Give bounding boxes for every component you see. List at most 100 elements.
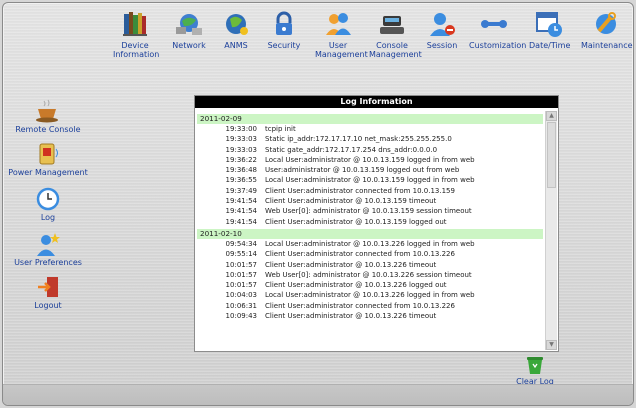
nav-anms[interactable]: ANMS: [219, 9, 253, 50]
log-message: Client User:administrator @ 10.0.13.159 …: [265, 197, 437, 206]
log-time: 10:01:57: [225, 270, 257, 279]
log-message: Web User[0]: administrator @ 10.0.13.159…: [265, 207, 472, 216]
log-panel: Log Information 2011-02-09 19:33:00 tcpip…: [194, 95, 559, 352]
power-outlet-icon: [39, 143, 58, 165]
log-message: Client User:administrator @ 10.0.13.226 …: [265, 312, 437, 321]
nav-label-line1: User: [328, 41, 348, 50]
nav-label-line1: Console: [376, 41, 408, 50]
log-entry: 19:36:22 Local User:administrator @ 10.0.…: [197, 155, 543, 165]
nav-user-management[interactable]: User Management: [315, 9, 368, 59]
nav-security[interactable]: Security: [265, 9, 303, 50]
log-entry: 10:01:57 Client User:administrator @ 10.0…: [197, 260, 543, 270]
log-time: 10:06:31: [225, 301, 257, 310]
log-entry: 09:55:14 Client User:administrator connec…: [197, 249, 543, 259]
log-list: 2011-02-09 19:33:00 tcpip init 19:33:03 St…: [197, 112, 543, 350]
log-entry: 19:36:55 Local User:administrator @ 10.0.…: [197, 175, 543, 185]
users-icon: [326, 13, 351, 35]
nav-label-line2: Management: [369, 50, 422, 59]
log-entry: 19:41:54 Client User:administrator @ 10.0…: [197, 196, 543, 206]
log-time: 19:36:22: [225, 155, 257, 164]
sidebar-item-label: Logout: [34, 301, 62, 310]
log-message: Client User:administrator connected from…: [265, 301, 455, 310]
log-entry: 19:33:00 tcpip init: [197, 124, 543, 134]
log-entry: 19:36:48 User:administrator @ 10.0.13.159…: [197, 165, 543, 175]
log-date-header: 2011-02-09: [197, 114, 543, 124]
log-date-header: 2011-02-10: [197, 228, 543, 239]
calendar-clock-icon: [536, 12, 562, 37]
nav-label: Date/Time: [529, 41, 571, 50]
nav-label: Customization: [469, 41, 527, 50]
sidebar-item-power-management[interactable]: Power Management: [3, 141, 93, 177]
bookshelf-icon: [123, 12, 147, 36]
log-message: Local User:administrator @ 10.0.13.159 l…: [265, 155, 475, 164]
nav-console-management[interactable]: Console Management: [369, 9, 422, 59]
nav-label-line1: Device: [121, 41, 149, 50]
log-entry: 19:33:03 Static gate_addr:172.17.17.254 d…: [197, 145, 543, 155]
nav-label-line2: Management: [315, 50, 368, 59]
log-message: Client User:administrator @ 10.0.13.159 …: [265, 217, 447, 226]
sidebar-item-label: Log: [40, 213, 56, 222]
log-time: 19:33:03: [225, 145, 257, 154]
log-time: 19:33:00: [225, 125, 257, 133]
sidebar-item-user-preferences[interactable]: User Preferences: [3, 231, 93, 267]
log-entry: 10:06:31 Client User:administrator connec…: [197, 301, 543, 311]
log-time: 19:36:55: [225, 176, 257, 185]
padlock-icon: [276, 11, 292, 35]
log-time: 09:54:34: [225, 239, 257, 248]
log-entry: 10:01:57 Web User[0]: administrator @ 10.…: [197, 270, 543, 280]
log-entry: 10:04:03 Local User:administrator @ 10.0.…: [197, 290, 543, 300]
log-scrollbar[interactable]: ▲ ▼: [545, 111, 557, 350]
log-time: 10:01:57: [225, 281, 257, 290]
nav-label: Session: [426, 41, 458, 50]
nav-customization[interactable]: Customization: [469, 9, 527, 50]
clock-icon: [36, 187, 60, 211]
sidebar-item-label: User Preferences: [14, 258, 82, 267]
nav-network[interactable]: Network: [169, 9, 209, 50]
log-time: 19:36:48: [225, 166, 257, 175]
user-star-icon: [37, 233, 60, 256]
scroll-thumb[interactable]: [547, 122, 556, 188]
nav-label: Network: [172, 41, 206, 50]
sidebar-item-label: Remote Console: [15, 125, 81, 134]
sidebar-item-label: Power Management: [8, 168, 88, 177]
log-time: 19:41:54: [225, 197, 257, 206]
log-message: Local User:administrator @ 10.0.13.226 l…: [265, 239, 475, 248]
log-message: tcpip init: [265, 125, 296, 133]
nav-maintenance[interactable]: Maintenance: [581, 9, 633, 50]
log-title: Log Information: [195, 96, 558, 108]
nav-device-information[interactable]: Device Information: [113, 9, 160, 59]
app-window: Device Information Network ANMS Security: [2, 2, 634, 406]
log-message: Client User:administrator connected from…: [265, 250, 455, 259]
log-time: 10:09:43: [225, 312, 257, 321]
log-entry: 19:41:54 Web User[0]: administrator @ 10.…: [197, 206, 543, 216]
log-message: Web User[0]: administrator @ 10.0.13.226…: [265, 270, 472, 279]
log-message: Local User:administrator @ 10.0.13.159 l…: [265, 176, 475, 185]
scroll-up-button[interactable]: ▲: [546, 111, 557, 121]
sidebar-item-log[interactable]: Log: [23, 186, 73, 222]
log-entry: 10:01:57 Client User:administrator @ 10.0…: [197, 280, 543, 290]
user-session-icon: [430, 13, 455, 36]
log-time: 19:37:49: [225, 186, 257, 195]
network-globe-icon: [176, 14, 202, 35]
globe-network-icon: [226, 14, 248, 35]
nav-label: Security: [267, 41, 301, 50]
nav-label-line2: Information: [113, 50, 160, 59]
sidebar-item-remote-console[interactable]: Remote Console: [9, 98, 87, 134]
log-message: Static gate_addr:172.17.17.254 dns_addr:…: [265, 145, 438, 154]
scroll-down-button[interactable]: ▼: [546, 340, 557, 350]
log-time: 19:33:03: [225, 135, 257, 144]
log-time: 10:04:03: [225, 291, 257, 300]
log-time: 09:55:14: [225, 250, 257, 259]
log-message: Client User:administrator @ 10.0.13.226 …: [265, 281, 447, 290]
sidebar-item-logout[interactable]: Logout: [23, 274, 73, 310]
log-entry: 19:37:49 Client User:administrator connec…: [197, 186, 543, 196]
nav-date-time[interactable]: Date/Time: [529, 9, 571, 50]
log-entry: 10:09:43 Client User:administrator @ 10.0…: [197, 311, 543, 321]
nav-session[interactable]: Session: [425, 9, 459, 50]
top-nav: Device Information Network ANMS Security: [109, 9, 633, 73]
log-message: Client User:administrator @ 10.0.13.226 …: [265, 260, 437, 269]
wrench-globe-icon: [596, 12, 616, 34]
coffee-cup-icon: [36, 99, 58, 123]
log-time: 19:41:54: [225, 217, 257, 226]
clear-log-button[interactable]: Clear Log: [513, 354, 557, 386]
